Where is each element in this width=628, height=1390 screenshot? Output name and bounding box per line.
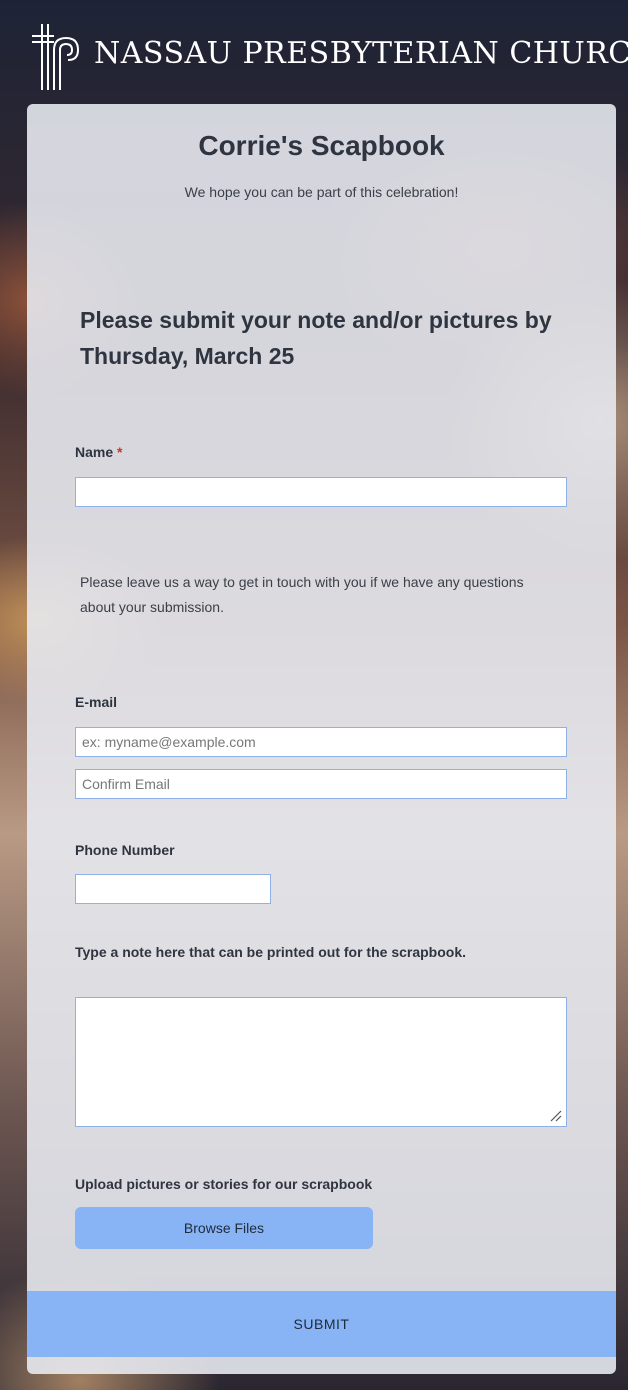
church-name: NASSAU PRESBYTERIAN CHURCH [94, 36, 628, 71]
deadline-heading: Please submit your note and/or pictures … [80, 307, 552, 369]
contact-info-text: Please leave us a way to get in touch wi… [80, 574, 524, 615]
submit-button[interactable]: SUBMIT [27, 1291, 616, 1357]
note-label: Type a note here that can be printed out… [75, 944, 467, 960]
email-label: E-mail [75, 694, 118, 710]
phone-input[interactable] [75, 874, 271, 904]
confirm-email-input[interactable] [75, 769, 567, 799]
required-mark: * [117, 444, 123, 460]
email-input[interactable] [75, 727, 567, 757]
form-card: Corrie's Scapbook We hope you can be par… [27, 104, 616, 1374]
browse-files-button[interactable]: Browse Files [75, 1207, 373, 1249]
name-input[interactable] [75, 477, 567, 507]
phone-label: Phone Number [75, 842, 175, 858]
note-textarea[interactable] [75, 997, 567, 1127]
form-subtitle: We hope you can be part of this celebrat… [184, 184, 459, 200]
resize-handle-icon[interactable] [548, 1108, 562, 1122]
name-label-text: Name [75, 444, 114, 460]
name-label: Name * [75, 444, 122, 460]
site-header: NASSAU PRESBYTERIAN CHURCH [0, 0, 628, 104]
church-logo-icon [32, 24, 80, 90]
upload-label: Upload pictures or stories for our scrap… [75, 1176, 373, 1192]
form-title: Corrie's Scapbook [198, 130, 445, 161]
